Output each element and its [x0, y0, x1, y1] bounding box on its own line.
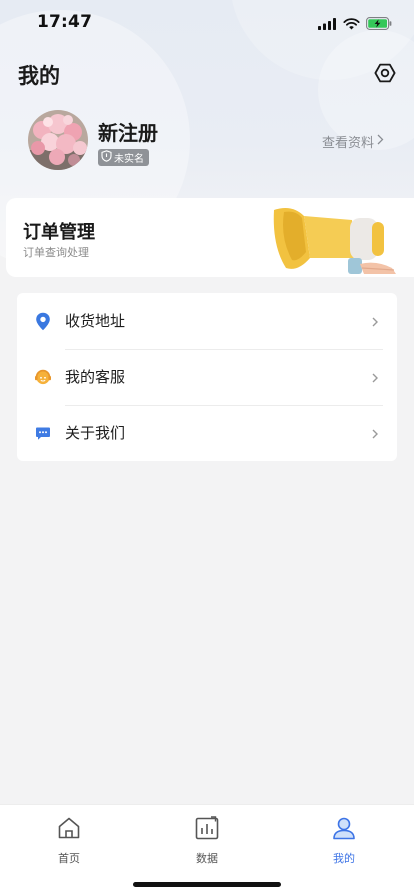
battery-charging-icon [366, 15, 392, 34]
chevron-right-icon [371, 314, 379, 328]
verification-status-badge[interactable]: 未实名 [98, 149, 149, 166]
menu-item-label: 关于我们 [65, 424, 126, 442]
chat-bubble-icon [33, 423, 53, 443]
menu-item-label: 我的客服 [65, 368, 126, 386]
signal-icon [318, 15, 337, 34]
menu-card: 收货地址 我的客服 关于我们 [17, 293, 397, 461]
view-profile-label: 查看资料 [321, 136, 374, 151]
status-icons [318, 15, 392, 34]
status-bar: 17:47 [0, 0, 414, 44]
avatar[interactable] [28, 110, 88, 170]
data-chart-icon [194, 815, 220, 845]
home-indicator [133, 882, 281, 887]
menu-item-about-us[interactable]: 关于我们 [17, 405, 397, 461]
tab-home[interactable]: 首页 [29, 815, 109, 866]
menu-item-label: 收货地址 [65, 312, 126, 330]
wifi-icon [343, 15, 360, 34]
location-pin-icon [33, 311, 53, 331]
verify-badge-label: 未实名 [114, 154, 144, 165]
tab-mine[interactable]: 我的 [304, 815, 384, 866]
view-profile-link[interactable]: 查看资料 [322, 132, 384, 151]
tab-label: 首页 [58, 852, 80, 865]
page-title: 我的 [18, 64, 60, 88]
status-time: 17:47 [37, 12, 93, 32]
settings-hexagon-icon [374, 62, 396, 88]
settings-button[interactable] [372, 62, 398, 88]
customer-service-icon [33, 367, 53, 387]
tab-label: 我的 [333, 852, 355, 865]
home-icon [56, 815, 82, 845]
user-name: 新注册 [98, 121, 158, 145]
menu-item-address[interactable]: 收货地址 [17, 293, 397, 349]
order-management-card[interactable]: 订单管理 订单查询处理 [6, 198, 414, 277]
order-card-subtitle: 订单查询处理 [23, 246, 89, 259]
tab-label: 数据 [196, 852, 218, 865]
chevron-right-icon [371, 370, 379, 384]
megaphone-illustration [273, 208, 396, 274]
tab-data[interactable]: 数据 [167, 815, 247, 866]
user-icon [331, 815, 357, 845]
shield-icon [101, 150, 112, 165]
flower-bouquet-avatar [28, 110, 88, 170]
order-card-title: 订单管理 [23, 222, 95, 243]
chevron-right-icon [371, 426, 379, 440]
chevron-right-icon [377, 134, 384, 149]
menu-item-customer-service[interactable]: 我的客服 [17, 349, 397, 405]
